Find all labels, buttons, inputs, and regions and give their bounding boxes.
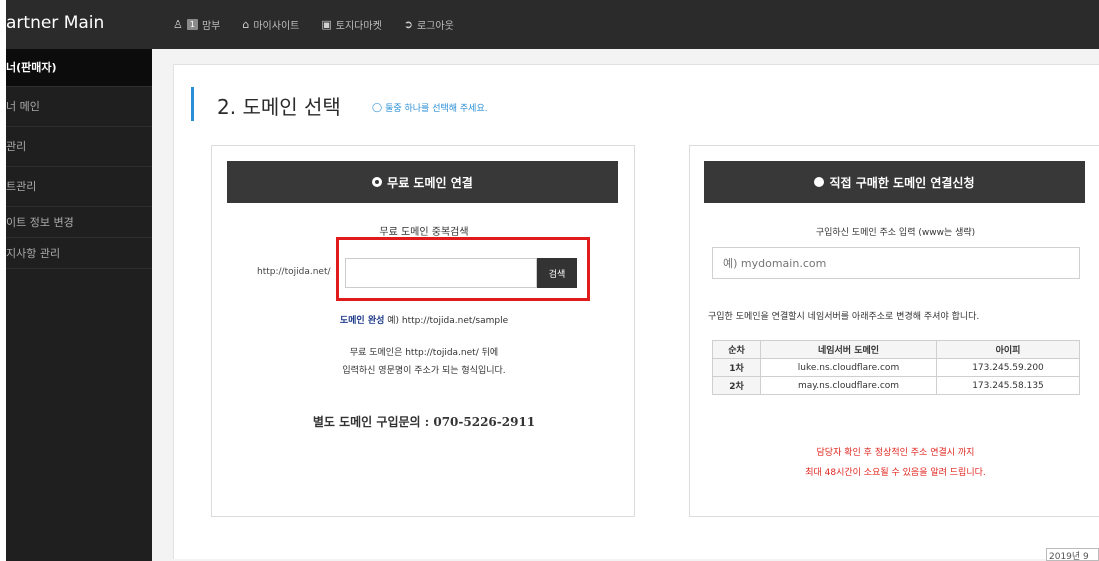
desc-line-2: 입력하신 영문명이 주소가 되는 형식입니다. xyxy=(342,366,506,376)
radio-checked-icon[interactable] xyxy=(372,177,383,187)
title-accent-bar xyxy=(191,87,194,121)
sidebar-item-seller[interactable]: 너(판매자) xyxy=(6,49,152,87)
table-header-row: 순차 네임서버 도메인 아이피 xyxy=(712,340,1080,359)
domain-input-caption: 구입하신 도메인 주소 입력 (www는 생략) xyxy=(815,228,976,238)
user-name: 맘부 xyxy=(201,21,221,32)
sidebar: 너(판매자) 너 메인 관리 트관리 이트 정보 변경 지사항 관리 xyxy=(6,49,152,561)
sidebar-item-site-manage[interactable]: 트관리 xyxy=(6,167,152,207)
paid-domain-header: 직접 구매한 도메인 연결신청 xyxy=(829,175,975,190)
sidebar-item-site-info[interactable]: 이트 정보 변경 xyxy=(6,207,152,238)
page-title: 2. 도메인 선택 xyxy=(217,95,341,119)
main-content: 2. 도메인 선택 ◯ 둘중 하나를 선택해 주세요. 무료 도메인 연결 무료… xyxy=(152,49,1099,561)
app-window: artner Main ♙ 1 맘부 ⌂ 마이사이트 ▣ 토지다마켓 ➲ 로그아… xyxy=(0,0,1099,561)
free-domain-option[interactable]: 무료 도메인 연결 xyxy=(227,161,618,203)
nameserver-table: 순차 네임서버 도메인 아이피 1차 luke.ns.cloudflare.co… xyxy=(712,340,1080,395)
warning-note-1: 담당자 확인 후 정상적인 주소 연결시 까지 xyxy=(816,448,975,458)
row-ip: 173.245.59.200 xyxy=(936,358,1080,377)
title-hint: ◯ 둘중 하나를 선택해 주세요. xyxy=(372,101,488,115)
col-order: 순차 xyxy=(712,340,761,359)
table-row: 2차 may.ns.cloudflare.com 173.245.58.135 xyxy=(712,376,1080,395)
complete-example-text: 예) http://tojida.net/sample xyxy=(387,316,509,326)
complete-label: 도메인 완성 xyxy=(339,316,385,326)
user-badge: 1 xyxy=(186,19,198,30)
table-row: 1차 luke.ns.cloudflare.com 173.245.59.200 xyxy=(712,358,1080,377)
nameserver-notice: 구입한 도메인을 연결할시 네임서버를 아래주소로 변경해 주셔야 합니다. xyxy=(708,312,980,322)
radio-unchecked-icon[interactable] xyxy=(814,177,825,187)
my-site-label: 마이사이트 xyxy=(253,21,300,32)
row-nameserver: luke.ns.cloudflare.com xyxy=(760,358,937,377)
title-hint-text: 둘중 하나를 선택해 주세요. xyxy=(385,104,488,114)
col-ip: 아이피 xyxy=(936,340,1080,359)
market-link[interactable]: ▣ 토지다마켓 xyxy=(321,17,381,32)
top-nav-links: ♙ 1 맘부 ⌂ 마이사이트 ▣ 토지다마켓 ➲ 로그아웃 xyxy=(173,0,454,49)
search-caption: 무료 도메인 중복검색 xyxy=(379,227,469,238)
col-nameserver: 네임서버 도메인 xyxy=(760,340,937,359)
paid-domain-panel: 직접 구매한 도메인 연결신청 구입하신 도메인 주소 입력 (www는 생략)… xyxy=(689,145,1099,517)
brand-title[interactable]: artner Main xyxy=(6,13,104,33)
complete-example: 도메인 완성 예) http://tojida.net/sample xyxy=(212,313,636,326)
sidebar-item-notice[interactable]: 지사항 관리 xyxy=(6,238,152,269)
row-order: 1차 xyxy=(712,358,761,377)
user-menu[interactable]: ♙ 1 맘부 xyxy=(173,17,220,32)
highlight-annotation xyxy=(336,237,590,301)
logout-link[interactable]: ➲ 로그아웃 xyxy=(404,17,454,32)
user-icon: ♙ xyxy=(173,18,183,31)
purchase-inquiry: 별도 도메인 구입문의 : 070-5226-2911 xyxy=(312,415,536,429)
cart-icon: ▣ xyxy=(321,18,332,31)
row-nameserver: may.ns.cloudflare.com xyxy=(760,376,937,395)
my-site-link[interactable]: ⌂ 마이사이트 xyxy=(242,17,299,32)
top-navbar: artner Main ♙ 1 맘부 ⌂ 마이사이트 ▣ 토지다마켓 ➲ 로그아… xyxy=(6,0,1099,49)
url-prefix: http://tojida.net/ xyxy=(257,267,331,277)
purchased-domain-input[interactable] xyxy=(712,247,1080,279)
sidebar-item-manage[interactable]: 관리 xyxy=(6,127,152,167)
row-ip: 173.245.58.135 xyxy=(936,376,1080,395)
free-domain-header: 무료 도메인 연결 xyxy=(387,175,473,190)
row-order: 2차 xyxy=(712,376,761,395)
logout-label: 로그아웃 xyxy=(416,21,454,32)
logout-icon: ➲ xyxy=(403,18,413,31)
content-card: 2. 도메인 선택 ◯ 둘중 하나를 선택해 주세요. 무료 도메인 연결 무료… xyxy=(173,64,1099,559)
warning-note-2: 최대 48시간이 소요될 수 있음을 알려 드립니다. xyxy=(805,468,986,478)
comment-icon: ◯ xyxy=(372,102,383,113)
market-label: 토지다마켓 xyxy=(335,21,382,32)
sidebar-item-main[interactable]: 너 메인 xyxy=(6,87,152,127)
home-icon: ⌂ xyxy=(242,18,250,31)
date-stamp: 2019년 9 xyxy=(1046,548,1099,561)
paid-domain-option[interactable]: 직접 구매한 도메인 연결신청 xyxy=(704,161,1085,203)
free-domain-panel: 무료 도메인 연결 무료 도메인 중복검색 http://tojida.net/… xyxy=(211,145,635,517)
desc-line-1: 무료 도메인은 http://tojida.net/ 뒤에 xyxy=(349,348,499,358)
